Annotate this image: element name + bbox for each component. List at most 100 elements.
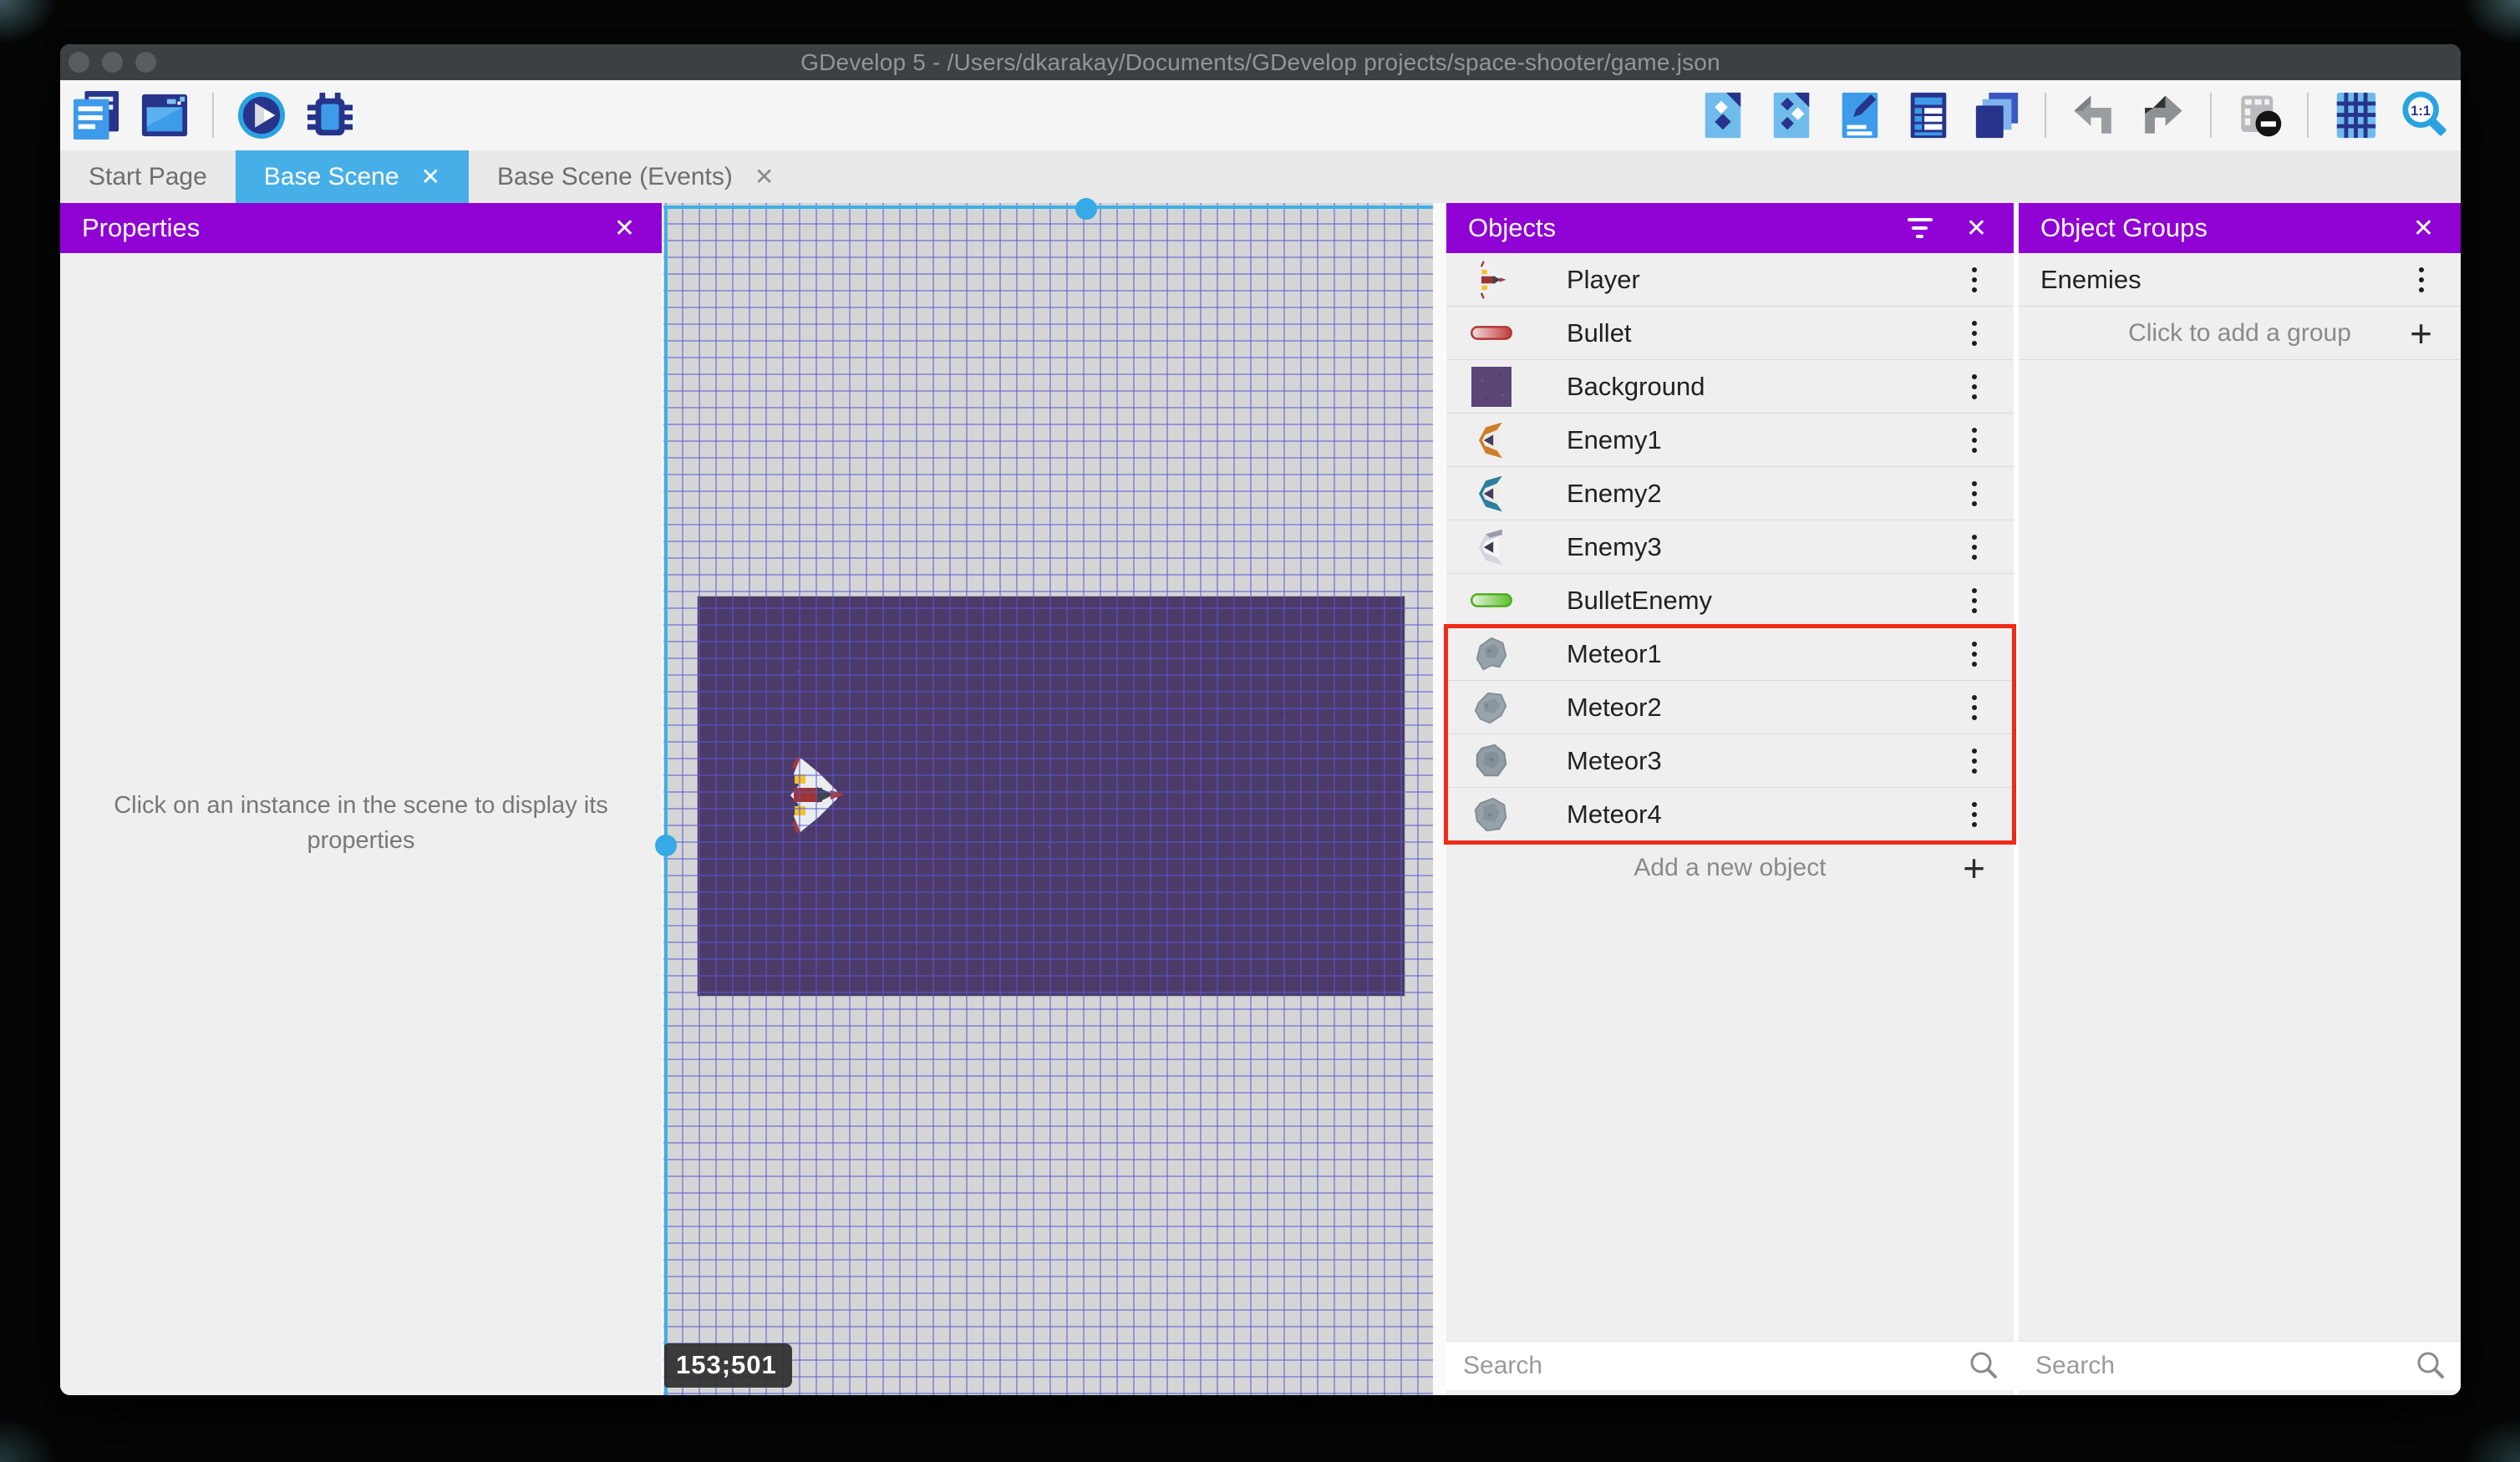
add-new-object-label: Add a new object [1633,854,1826,881]
object-menu-kebab-icon[interactable] [1960,743,1989,779]
group-row-enemies[interactable]: Enemies [2019,253,2461,307]
zoom-window-button[interactable] [135,52,156,73]
plus-icon[interactable]: + [1963,849,1985,887]
object-row-enemy2[interactable]: Enemy2 [1446,467,2014,520]
player-ship-sprite[interactable] [785,754,844,835]
object-menu-kebab-icon[interactable] [1960,582,1989,619]
toggle-instances-mask-icon[interactable] [2233,89,2285,141]
close-tab-icon[interactable]: ✕ [421,163,440,190]
grid-icon[interactable] [2330,89,2382,141]
object-menu-kebab-icon[interactable] [1960,529,1989,566]
enemy1-ship-icon [1470,417,1513,464]
redo-icon[interactable] [2136,89,2188,141]
main-area: Properties ✕ Click on an instance in the… [60,198,2461,1395]
selection-border-left [664,206,668,1395]
debug-icon[interactable] [304,89,356,141]
gdevelop-window: GDevelop 5 - /Users/dkarakay/Documents/G… [60,44,2461,1395]
objects-panel-title: Objects [1468,213,1557,242]
cursor-coordinates-badge: 153;501 [664,1343,792,1388]
object-groups-icon[interactable] [1766,89,1817,141]
bullet-icon [1470,310,1513,357]
toolbar-separator [212,93,214,138]
player-ship-icon [1470,256,1513,303]
object-row-enemy3[interactable]: Enemy3 [1446,520,2014,574]
play-icon[interactable] [236,89,287,141]
filter-icon[interactable] [1907,218,1933,238]
objects-list: Player Bullet Background Enemy1 Enemy2 Enemy3… [1446,253,2014,895]
object-menu-kebab-icon[interactable] [1960,689,1989,726]
objects-search-bar [1446,1342,2014,1390]
close-icon[interactable]: ✕ [609,214,640,243]
selection-resize-handle-top[interactable] [1075,198,1097,220]
object-groups-panel: Object Groups ✕ Enemies Click to add a gr… [2019,203,2461,1395]
close-tab-icon[interactable]: ✕ [754,163,774,190]
objects-panel-icon[interactable] [1697,89,1749,141]
object-name-label: Background [1567,371,1705,401]
object-menu-kebab-icon[interactable] [1960,315,1989,352]
groups-search-input[interactable] [2019,1352,2414,1380]
object-name-label: Bullet [1567,317,1632,348]
tab-label: Start Page [89,162,207,190]
object-row-player[interactable]: Player [1446,253,2014,307]
object-row-bullet[interactable]: Bullet [1446,307,2014,360]
properties-hint-text: Click on an instance in the scene to dis… [114,792,608,854]
object-groups-panel-title: Object Groups [2040,213,2208,242]
toolbar-left-group [70,80,356,150]
properties-panel-header: Properties ✕ [60,203,662,253]
object-menu-kebab-icon[interactable] [1960,261,1989,298]
add-new-object-button[interactable]: Add a new object + [1446,841,2014,895]
object-row-meteor3[interactable]: Meteor3 [1446,734,2014,788]
minimize-window-button[interactable] [102,52,123,73]
objects-panel-header: Objects ✕ [1446,203,2014,253]
tab-label: Base Scene (Events) [497,162,733,190]
object-row-bulletenemy[interactable]: BulletEnemy [1446,574,2014,627]
selection-resize-handle-left[interactable] [655,835,677,856]
close-window-button[interactable] [69,52,89,73]
undo-icon[interactable] [2068,89,2120,141]
object-menu-kebab-icon[interactable] [1960,368,1989,405]
tab-base-scene-events[interactable]: Base Scene (Events) ✕ [469,150,802,203]
object-name-label: Meteor3 [1567,745,1662,775]
object-name-label: Enemy3 [1567,531,1662,561]
instances-list-icon[interactable] [1903,89,1954,141]
zoom-1-1-icon[interactable]: 1:1 [2399,89,2451,141]
layers-icon[interactable] [1971,89,2023,141]
object-name-label: Enemy2 [1567,478,1662,508]
close-icon[interactable]: ✕ [2408,214,2439,243]
add-group-button[interactable]: Click to add a group + [2019,307,2461,360]
object-row-meteor4[interactable]: Meteor4 [1446,788,2014,841]
meteor3-icon [1470,738,1513,784]
objects-search-input[interactable] [1446,1352,1967,1380]
object-menu-kebab-icon[interactable] [1960,475,1989,512]
enemy2-ship-icon [1470,470,1513,517]
object-name-label: BulletEnemy [1567,585,1713,615]
properties-panel: Properties ✕ Click on an instance in the… [60,203,662,1395]
meteor1-icon [1470,631,1513,678]
project-manager-icon[interactable] [70,89,122,141]
canvas-vertical-scrollbar[interactable] [1433,203,1443,1395]
object-row-enemy1[interactable]: Enemy1 [1446,414,2014,467]
object-name-label: Player [1567,264,1640,294]
object-name-label: Enemy1 [1567,424,1662,454]
object-name-label: Meteor2 [1567,692,1662,722]
scene-editor-canvas[interactable]: 153;501 [655,198,1443,1395]
object-groups-list: Enemies Click to add a group + [2019,253,2461,360]
object-menu-kebab-icon[interactable] [1960,636,1989,673]
plus-icon[interactable]: + [2410,314,2432,353]
object-row-meteor1[interactable]: Meteor1 [1446,627,2014,681]
start-page-icon[interactable] [139,89,191,141]
object-menu-kebab-icon[interactable] [1960,422,1989,459]
search-icon[interactable] [2414,1349,2447,1383]
tab-base-scene[interactable]: Base Scene ✕ [235,150,470,203]
title-bar: GDevelop 5 - /Users/dkarakay/Documents/G… [60,44,2461,80]
tab-start-page[interactable]: Start Page [60,150,236,203]
close-icon[interactable]: ✕ [1961,214,1992,243]
object-row-background[interactable]: Background [1446,360,2014,414]
search-icon[interactable] [1967,1349,2000,1383]
group-menu-kebab-icon[interactable] [2407,261,2436,298]
properties-icon[interactable] [1834,89,1886,141]
object-row-meteor2[interactable]: Meteor2 [1446,681,2014,734]
object-menu-kebab-icon[interactable] [1960,796,1989,833]
object-name-label: Meteor4 [1567,799,1662,829]
selection-border-top [663,206,1443,209]
